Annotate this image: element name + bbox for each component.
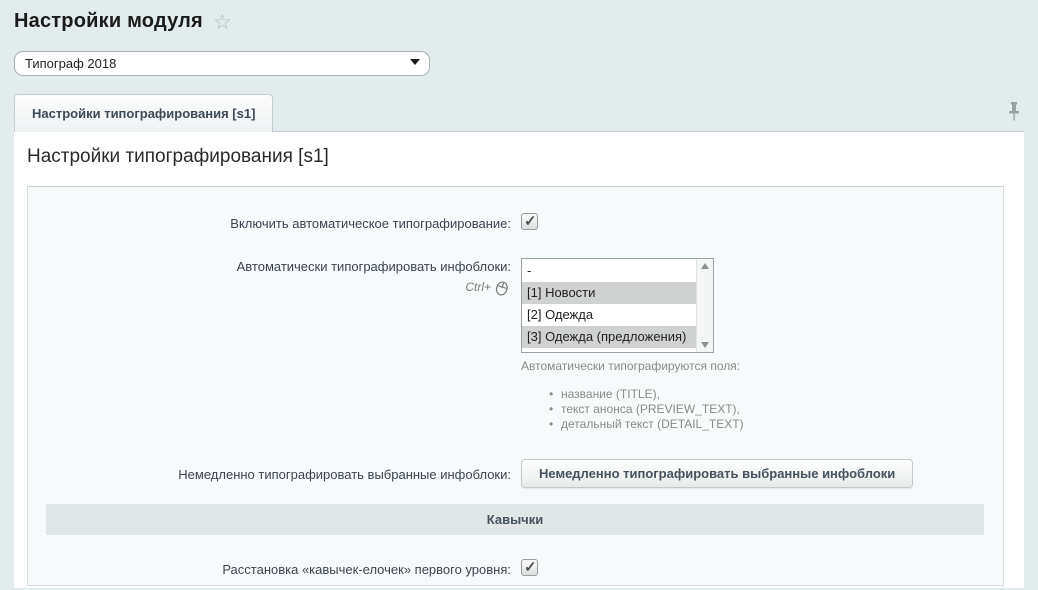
settings-form: Включить автоматическое типографирование… <box>27 186 1004 586</box>
module-select[interactable]: Типограф 2018 <box>14 51 430 76</box>
row-auto-typography: Включить автоматическое типографирование… <box>28 187 1003 232</box>
help-title: Автоматически типографируются поля: <box>521 359 744 373</box>
row-infoblocks: Автоматически типографировать инфоблоки:… <box>28 258 1003 353</box>
infoblocks-label-wrap: Автоматически типографировать инфоблоки:… <box>28 258 511 296</box>
auto-typography-label: Включить автоматическое типографирование… <box>28 215 511 232</box>
tab-content: Настройки типографирования [s1] Включить… <box>14 132 1024 588</box>
row-first-level-quotes: Расстановка «кавычек-елочек» первого уро… <box>28 561 1003 578</box>
help-field-item: название (TITLE), <box>549 387 744 402</box>
infoblocks-listbox[interactable]: - [1] Новости [2] Одежда [3] Одежда (пре… <box>521 258 714 353</box>
tab-typography-settings[interactable]: Настройки типографирования [s1] <box>14 94 273 132</box>
infoblocks-help: Автоматически типографируются поля: назв… <box>521 359 744 432</box>
mouse-icon <box>493 279 511 296</box>
row-immediate: Немедленно типографировать выбранные инф… <box>28 466 1003 488</box>
module-select-value: Типограф 2018 <box>25 56 116 71</box>
listbox-option[interactable]: [1] Новости <box>522 282 696 304</box>
favorite-star-icon[interactable] <box>213 12 232 33</box>
pin-icon[interactable] <box>1007 102 1021 124</box>
auto-typography-checkbox[interactable] <box>521 213 538 230</box>
help-field-item: текст анонса (PREVIEW_TEXT), <box>549 402 744 417</box>
section-heading: Настройки типографирования [s1] <box>14 132 1024 168</box>
listbox-option[interactable]: [2] Одежда <box>522 304 696 326</box>
listbox-option[interactable]: [3] Одежда (предложения) <box>522 326 696 348</box>
help-field-list: название (TITLE), текст анонса (PREVIEW_… <box>549 387 744 432</box>
scroll-up-icon[interactable] <box>701 263 709 269</box>
listbox-option[interactable]: - <box>522 260 696 282</box>
page-header: Настройки модуля <box>0 0 1038 33</box>
ctrl-click-hint: Ctrl+ <box>28 279 511 296</box>
dropdown-arrow-icon <box>410 59 420 65</box>
help-field-item: детальный текст (DETAIL_TEXT) <box>549 417 744 432</box>
row-help: Автоматически типографируются поля: назв… <box>28 353 1003 432</box>
first-level-quotes-label: Расстановка «кавычек-елочек» первого уро… <box>28 561 511 578</box>
infoblocks-label: Автоматически типографировать инфоблоки: <box>237 259 511 274</box>
immediate-label: Немедленно типографировать выбранные инф… <box>28 466 511 483</box>
ctrl-hint-text: Ctrl+ <box>465 279 491 296</box>
settings-page: Настройки модуля Типограф 2018 Настройки… <box>0 0 1038 590</box>
infoblocks-options: - [1] Новости [2] Одежда [3] Одежда (пре… <box>522 259 696 352</box>
quotes-section-header: Кавычки <box>46 504 984 535</box>
immediate-typography-button[interactable]: Немедленно типографировать выбранные инф… <box>521 459 913 488</box>
listbox-scrollbar[interactable] <box>696 259 713 352</box>
page-title: Настройки модуля <box>14 10 203 33</box>
first-level-quotes-checkbox[interactable] <box>521 559 538 576</box>
scroll-down-icon[interactable] <box>701 342 709 348</box>
tab-bar: Настройки типографирования [s1] <box>0 94 1038 132</box>
